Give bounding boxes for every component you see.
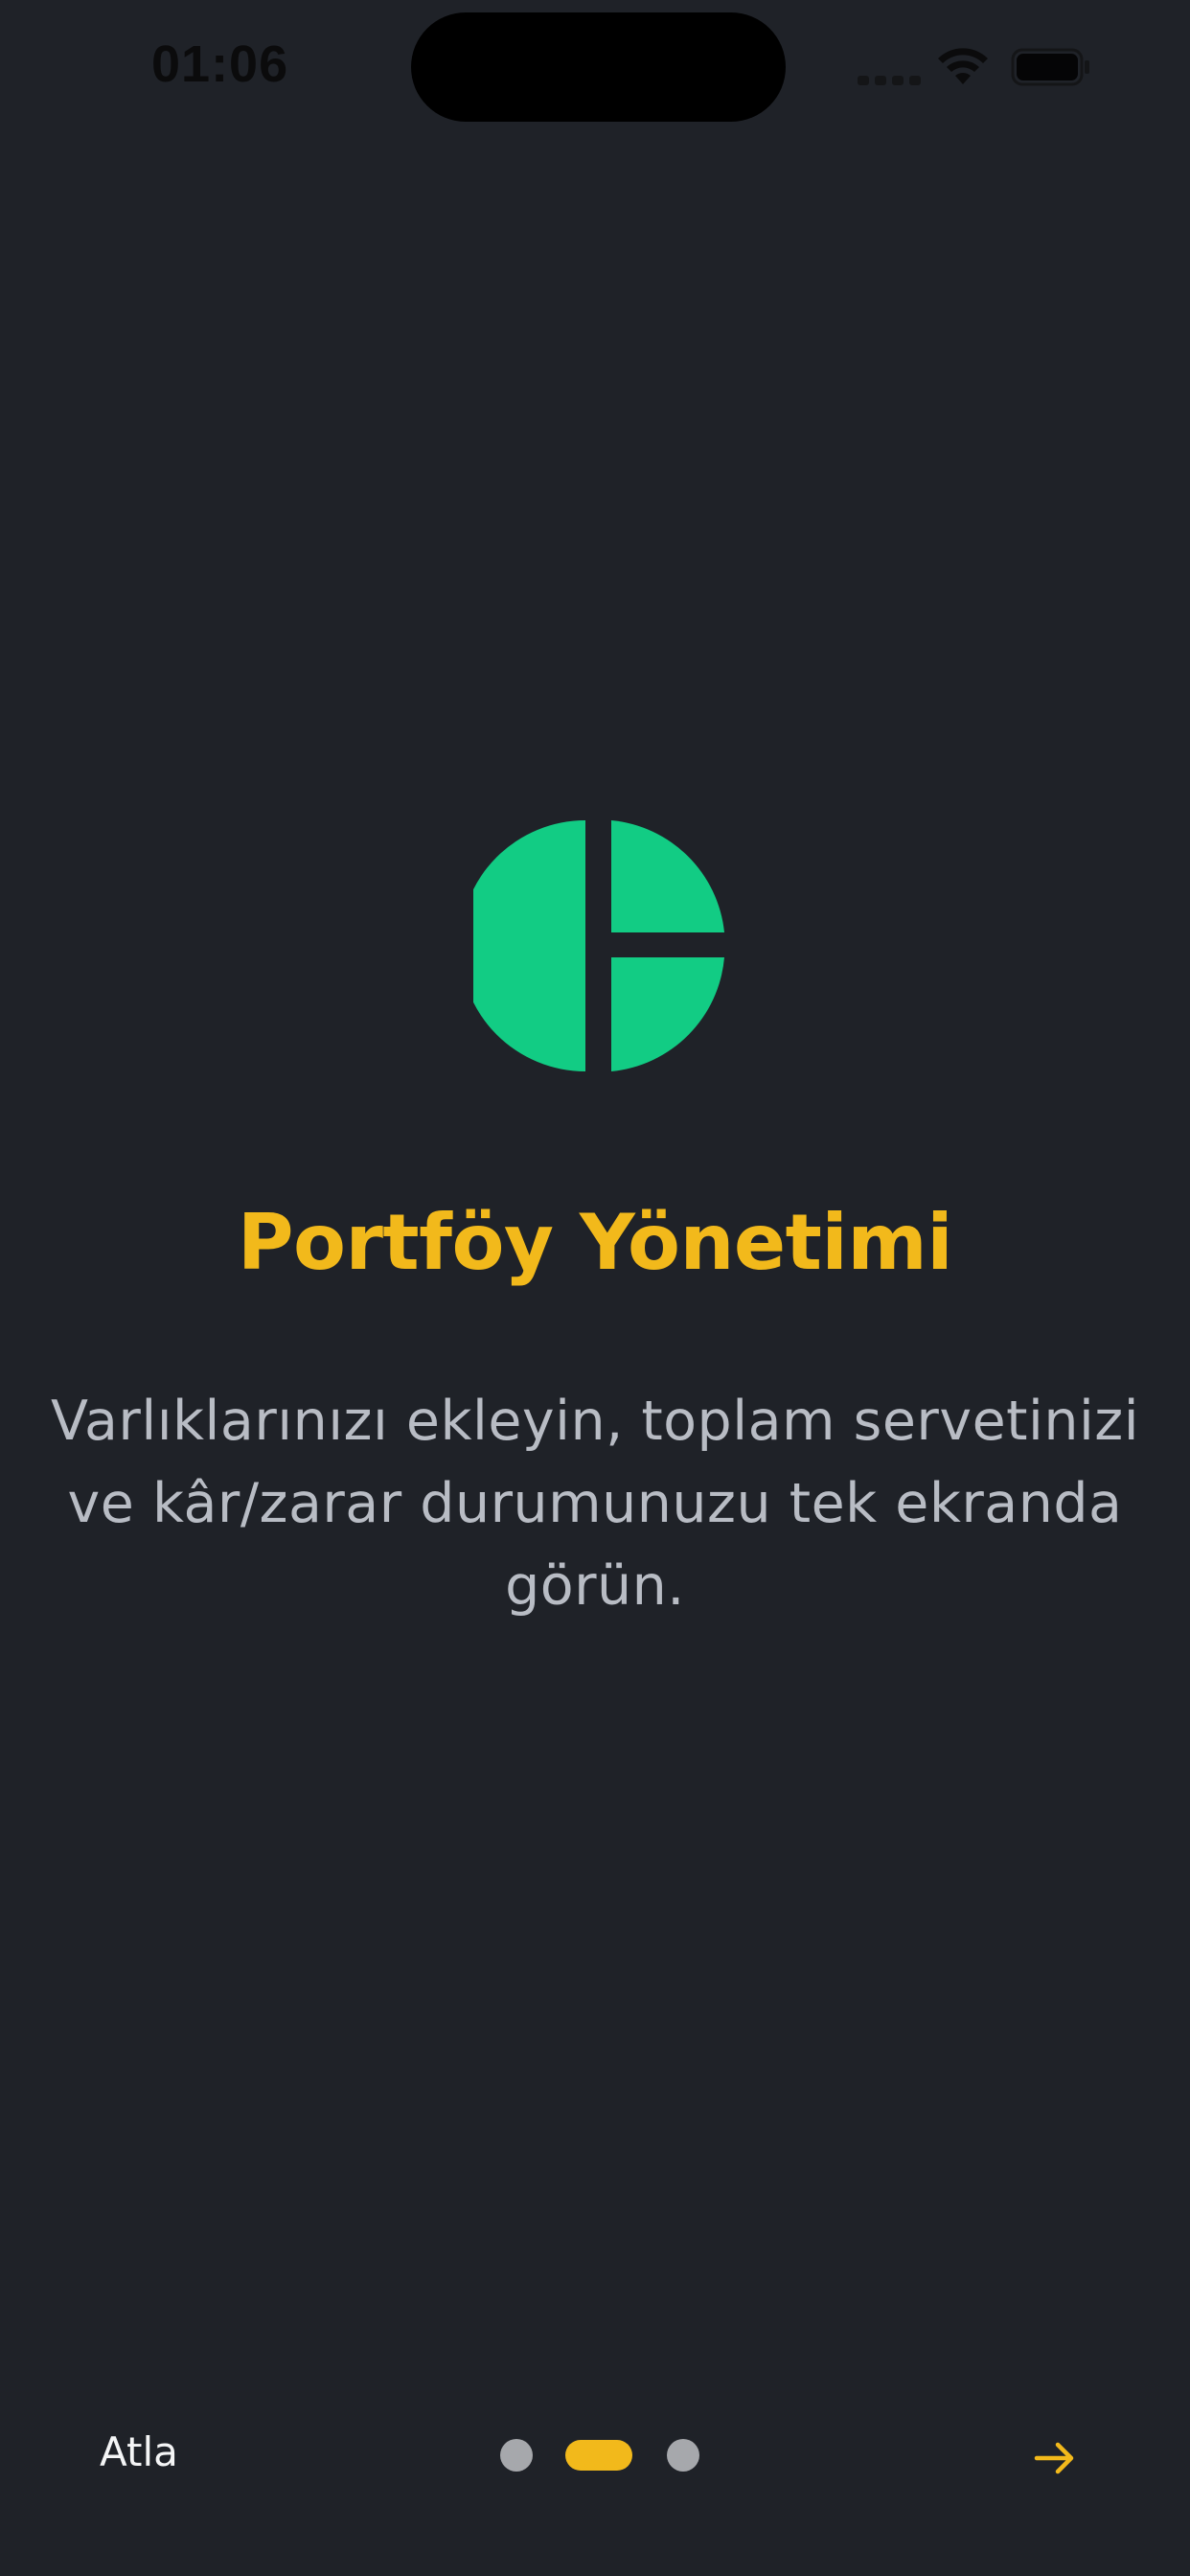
cellular-signal-icon xyxy=(858,74,921,85)
portfolio-pie-icon xyxy=(473,820,724,1071)
skip-button[interactable]: Atla xyxy=(100,2428,178,2475)
dynamic-island xyxy=(411,12,786,122)
status-bar: 01:06 xyxy=(0,0,1190,134)
wifi-icon xyxy=(938,48,988,84)
page-dot-2-active[interactable] xyxy=(565,2440,632,2471)
status-time: 01:06 xyxy=(151,35,289,93)
page-dot-1[interactable] xyxy=(500,2439,533,2472)
battery-icon xyxy=(1011,48,1089,86)
page-dot-3[interactable] xyxy=(667,2439,699,2472)
page-indicator xyxy=(500,2439,699,2472)
onboarding-description: Varlıklarınızı ekleyin, toplam servetini… xyxy=(50,1390,1140,1618)
onboarding-title: Portföy Yönetimi xyxy=(237,1198,953,1287)
arrow-right-icon xyxy=(1034,2442,1074,2474)
onboarding-bottom-bar: Atla xyxy=(0,2415,1190,2499)
next-button[interactable] xyxy=(1029,2432,1081,2484)
